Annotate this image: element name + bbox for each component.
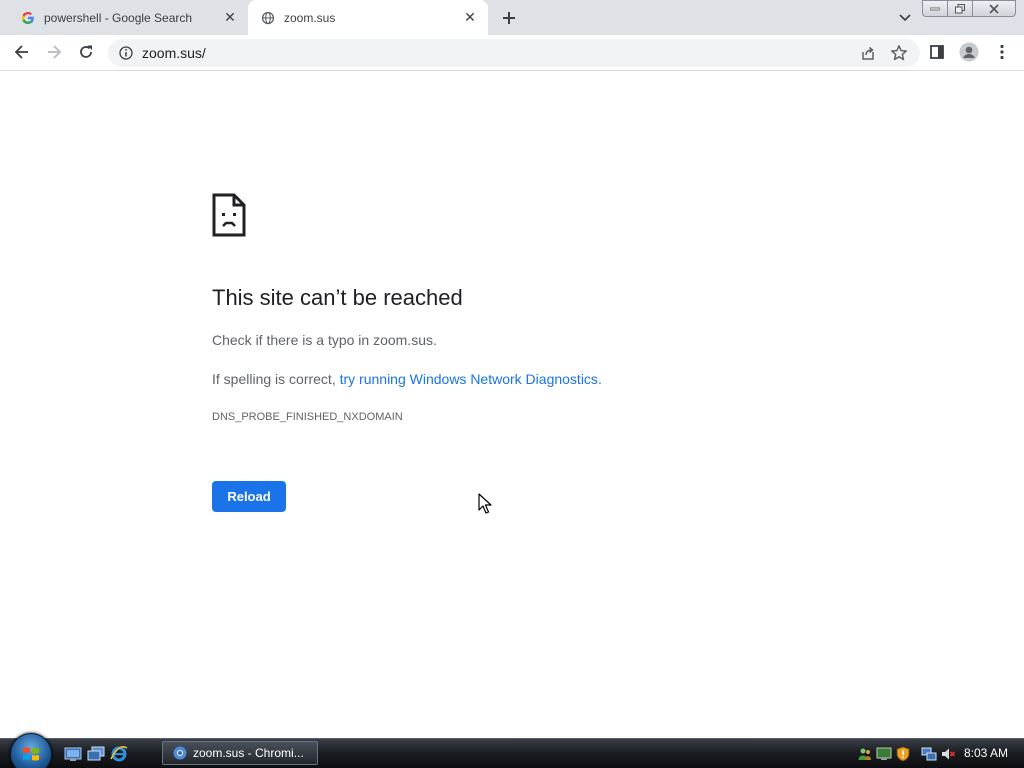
tab-zoom-sus[interactable]: zoom.sus ✕ xyxy=(248,0,488,35)
screen: powershell - Google Search ✕ zoom.sus ✕ xyxy=(0,0,1024,768)
browser-toolbar: zoom.sus/ xyxy=(0,35,1024,71)
monitor-tray-icon[interactable] xyxy=(876,746,892,762)
security-shield-icon[interactable] xyxy=(895,746,911,762)
diagnostics-suffix: . xyxy=(597,371,602,387)
close-icon xyxy=(989,3,999,14)
chromium-icon xyxy=(172,745,188,761)
more-vertical-icon xyxy=(1000,44,1004,60)
reload-toolbar-button[interactable] xyxy=(72,38,100,66)
switch-windows-icon[interactable] xyxy=(87,745,105,763)
window-controls xyxy=(922,0,1016,18)
error-title: This site can’t be reached xyxy=(212,285,463,310)
typo-hint: Check if there is a typo in zoom.sus. xyxy=(212,332,437,348)
error-code: DNS_PROBE_FINISHED_NXDOMAIN xyxy=(212,411,403,423)
share-icon[interactable] xyxy=(860,45,876,61)
google-g-icon xyxy=(20,10,36,26)
arrow-left-icon xyxy=(14,45,28,59)
network-diagnostics-link[interactable]: try running Windows Network Diagnostics xyxy=(340,371,598,387)
menu-button[interactable] xyxy=(988,38,1016,66)
info-icon[interactable] xyxy=(118,45,134,61)
refresh-icon xyxy=(80,45,92,58)
start-button[interactable] xyxy=(10,733,52,768)
show-desktop-icon[interactable] xyxy=(64,745,82,763)
restore-button[interactable] xyxy=(947,0,973,17)
tab-search-button[interactable] xyxy=(893,6,917,30)
profile-button[interactable] xyxy=(955,38,983,66)
internet-explorer-icon[interactable] xyxy=(110,745,128,763)
sad-page-icon xyxy=(212,193,246,237)
tab-strip: powershell - Google Search ✕ zoom.sus ✕ xyxy=(0,0,1024,35)
tab-title: powershell - Google Search xyxy=(44,10,193,25)
back-button[interactable] xyxy=(8,38,36,66)
side-panel-button[interactable] xyxy=(923,38,951,66)
minimize-icon xyxy=(930,7,940,10)
reload-button[interactable]: Reload xyxy=(212,481,286,512)
users-tray-icon[interactable] xyxy=(857,746,873,762)
tab-title: zoom.sus xyxy=(284,10,336,25)
diagnostics-hint: If spelling is correct, try running Wind… xyxy=(212,371,602,387)
network-icon[interactable] xyxy=(921,746,937,762)
arrow-right-icon xyxy=(48,45,62,59)
mouse-cursor-icon xyxy=(478,493,492,515)
forward-button[interactable] xyxy=(40,38,68,66)
globe-icon xyxy=(260,10,276,26)
page-content: This site can’t be reached Check if ther… xyxy=(0,71,1024,738)
taskbar-chromium-window[interactable]: zoom.sus - Chromi... xyxy=(162,741,318,765)
close-window-button[interactable] xyxy=(972,0,1016,17)
profile-avatar-icon xyxy=(959,42,979,62)
volume-muted-icon[interactable] xyxy=(940,746,956,762)
taskbar-item-label: zoom.sus - Chromi... xyxy=(193,746,304,760)
windows-logo-icon xyxy=(23,747,39,761)
url-text: zoom.sus/ xyxy=(142,45,206,61)
diagnostics-prefix: If spelling is correct, xyxy=(212,371,340,387)
minimize-button[interactable] xyxy=(922,0,948,17)
chevron-down-icon xyxy=(899,14,911,22)
close-tab-icon[interactable]: ✕ xyxy=(220,8,240,28)
close-tab-icon[interactable]: ✕ xyxy=(460,8,480,28)
tab-google-search[interactable]: powershell - Google Search ✕ xyxy=(8,0,248,35)
new-tab-button[interactable] xyxy=(497,6,521,30)
restore-icon xyxy=(955,3,965,13)
side-panel-icon xyxy=(930,45,944,59)
plus-icon xyxy=(503,12,515,24)
address-bar[interactable]: zoom.sus/ xyxy=(108,39,920,67)
taskbar-clock[interactable]: 8:03 AM xyxy=(964,746,1008,760)
bookmark-star-icon[interactable] xyxy=(890,44,908,62)
taskbar: zoom.sus - Chromi... 8:03 AM xyxy=(0,733,1024,768)
